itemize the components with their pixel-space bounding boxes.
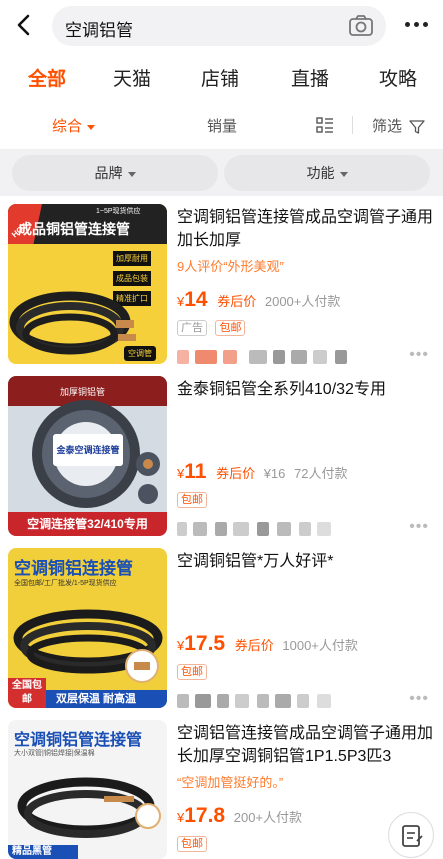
price: ¥11 <box>177 460 206 483</box>
product-info: 空调铜铝管*万人好评* <box>177 550 435 573</box>
sales-count: 1000+人付款 <box>282 638 358 653</box>
image-banner: 空调连接管32/410专用 <box>8 512 167 536</box>
tag-row: 包邮 <box>177 662 211 680</box>
brand-filter[interactable]: 品牌 <box>12 155 218 191</box>
product-image[interactable]: 加厚铜铝管 金泰空调连接管 空调连接管32/410专用 <box>8 376 167 536</box>
edit-note-icon[interactable] <box>388 812 434 858</box>
sort-bar: 综合 销量 筛选 <box>0 100 443 150</box>
list-view-icon[interactable] <box>316 116 334 134</box>
product-title[interactable]: 空调铝管连接管成品空调管子通用加长加厚空调铜铝管1P1.5P3匹3 <box>177 722 435 768</box>
price-value: 17.5 <box>184 632 226 655</box>
camera-icon[interactable] <box>348 14 374 38</box>
more-options-icon[interactable]: ••• <box>409 346 429 364</box>
caret-down-icon <box>87 124 96 130</box>
product-title[interactable]: 空调铜铝管*万人好评* <box>177 550 435 573</box>
more-options-icon[interactable]: ••• <box>409 690 429 708</box>
free-shipping-tag: 包邮 <box>177 664 207 680</box>
free-shipping-tag: 包邮 <box>177 836 207 852</box>
tab-all[interactable]: 全部 <box>12 64 82 91</box>
caret-down-icon <box>339 171 348 177</box>
price-value: 17.8 <box>184 804 226 827</box>
coupon-label: 券后价 <box>216 466 256 481</box>
product-review: “空调加管挺好的。” <box>177 775 284 790</box>
product-review: 9人评价“外形美观” <box>177 259 284 274</box>
tag-row: 包邮 <box>177 490 211 508</box>
function-filter[interactable]: 功能 <box>224 155 430 191</box>
sales-count: 72人付款 <box>294 466 348 481</box>
product-list: HOT 1~5P现货供应 成品铜铝管连接管 加厚耐用 成品包装 精准扩口 空调管… <box>0 196 443 859</box>
corner-badge: 全国包邮 <box>8 678 46 708</box>
tab-live[interactable]: 直播 <box>275 64 345 91</box>
free-shipping-tag: 包邮 <box>177 492 207 508</box>
tab-shops[interactable]: 店铺 <box>185 64 255 91</box>
shop-name-blurred[interactable] <box>177 518 367 540</box>
function-filter-label: 功能 <box>306 165 335 181</box>
tab-tmall[interactable]: 天猫 <box>97 64 167 91</box>
search-query: 空调铝管 <box>65 21 133 40</box>
more-icon[interactable] <box>403 14 431 36</box>
product-card[interactable]: 空调铜铝管连接管 大小双管|铜铝焊接|保温棉 精品黑管 空调铝管连接管成品空调管… <box>0 712 443 859</box>
price-row: ¥14 券后价 2000+人付款 <box>177 288 340 312</box>
divider <box>352 116 353 134</box>
sort-sales[interactable]: 销量 <box>207 115 237 136</box>
product-title[interactable]: 金泰铜铝管全系列410/32专用 <box>177 378 435 401</box>
pipe-coil-illustration <box>17 777 161 838</box>
image-banner: 空调铜铝管连接管 <box>14 732 143 749</box>
image-top-note: 1~5P现货供应 <box>96 208 141 215</box>
caret-down-icon <box>127 171 136 177</box>
price: ¥14 <box>177 288 208 311</box>
filter-button[interactable]: 筛选 <box>372 115 425 136</box>
search-input[interactable]: 空调铝管 <box>52 6 386 46</box>
image-bottom-strip: 双层保温 耐高温 <box>46 690 167 708</box>
original-price: ¥16 <box>263 466 286 481</box>
sales-count: 2000+人付款 <box>264 294 341 309</box>
image-banner: 成品铜铝管连接管 <box>18 221 130 237</box>
image-bottom-strip: 精品黑管 <box>8 845 78 859</box>
sort-comprehensive-label: 综合 <box>52 118 83 135</box>
filter-label: 筛选 <box>372 118 403 135</box>
price-row: ¥11 券后价 ¥16 72人付款 <box>177 460 348 484</box>
product-image[interactable]: HOT 1~5P现货供应 成品铜铝管连接管 加厚耐用 成品包装 精准扩口 空调管 <box>8 204 167 364</box>
image-banner: 空调铜铝连接管 <box>14 559 133 578</box>
filter-funnel-icon <box>409 120 425 134</box>
shop-name-blurred[interactable] <box>177 690 367 712</box>
coupon-label: 券后价 <box>217 294 257 309</box>
image-subtitle: 全国包邮/工厂批发/1-5P现货供应 <box>14 580 117 587</box>
category-tabs: 全部 天猫 店铺 直播 攻略 <box>0 52 443 100</box>
coupon-label: 券后价 <box>234 638 274 653</box>
brand-filter-label: 品牌 <box>94 165 123 181</box>
tag-row: 包邮 <box>177 834 211 852</box>
more-options-icon[interactable]: ••• <box>409 518 429 536</box>
top-bar: 空调铝管 <box>0 0 443 52</box>
price-row: ¥17.8 200+人付款 <box>177 804 302 828</box>
product-image[interactable]: 空调铜铝管连接管 大小双管|铜铝焊接|保温棉 精品黑管 <box>8 720 167 859</box>
product-label: 金泰空调连接管 <box>53 434 123 466</box>
price: ¥17.8 <box>177 804 225 827</box>
price-value: 14 <box>184 288 208 311</box>
product-info: 空调铝管连接管成品空调管子通用加长加厚空调铜铝管1P1.5P3匹3 “空调加管挺… <box>177 722 435 791</box>
back-icon[interactable] <box>12 12 38 38</box>
product-info: 空调铜铝管连接管成品空调管子通用加长加厚 9人评价“外形美观” <box>177 206 435 275</box>
price: ¥17.5 <box>177 632 225 655</box>
price-value: 11 <box>184 460 207 483</box>
product-title[interactable]: 空调铜铝管连接管成品空调管子通用加长加厚 <box>177 206 435 252</box>
product-card[interactable]: 空调铜铝连接管 全国包邮/工厂批发/1-5P现货供应 全国包邮 双层保温 耐高温… <box>0 540 443 712</box>
shop-name-blurred[interactable] <box>177 346 367 368</box>
tag-row: 广告 包邮 <box>177 318 249 336</box>
product-image[interactable]: 空调铜铝连接管 全国包邮/工厂批发/1-5P现货供应 全国包邮 双层保温 耐高温 <box>8 548 167 708</box>
tab-guides[interactable]: 攻略 <box>363 64 433 91</box>
product-card[interactable]: 加厚铜铝管 金泰空调连接管 空调连接管32/410专用 金泰铜铝管全系列410/… <box>0 368 443 540</box>
price-row: ¥17.5 券后价 1000+人付款 <box>177 632 358 656</box>
filter-pills: 品牌 功能 <box>0 150 443 196</box>
free-shipping-tag: 包邮 <box>215 320 246 336</box>
corner-label: 空调管 <box>124 346 156 361</box>
sales-count: 200+人付款 <box>233 810 303 825</box>
product-info: 金泰铜铝管全系列410/32专用 <box>177 378 435 401</box>
ad-tag: 广告 <box>177 320 207 336</box>
product-card[interactable]: HOT 1~5P现货供应 成品铜铝管连接管 加厚耐用 成品包装 精准扩口 空调管… <box>0 196 443 368</box>
sort-comprehensive[interactable]: 综合 <box>52 115 96 136</box>
